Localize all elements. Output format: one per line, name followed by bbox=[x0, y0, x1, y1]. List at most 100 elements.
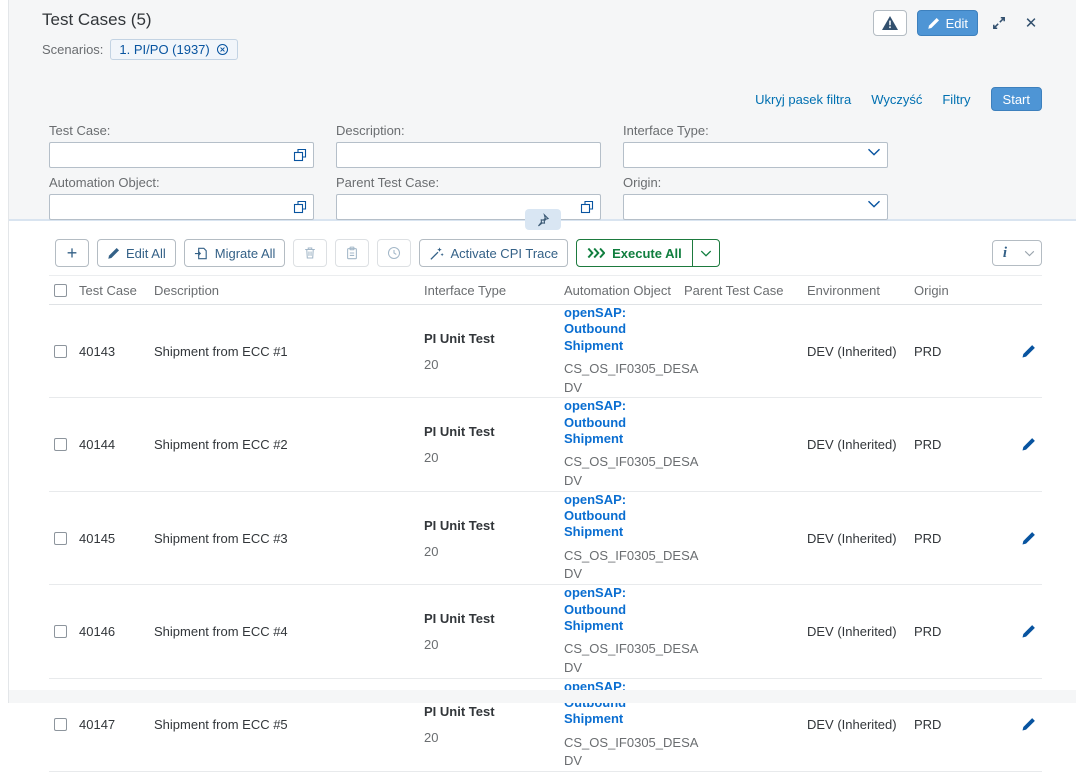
row-checkbox[interactable] bbox=[54, 625, 67, 638]
environment: DEV (Inherited) bbox=[807, 531, 914, 546]
edit-all-button[interactable]: Edit All bbox=[97, 239, 176, 267]
test-case-id: 40147 bbox=[79, 717, 154, 732]
migrate-all-button[interactable]: Migrate All bbox=[184, 239, 286, 267]
clock-icon bbox=[387, 246, 401, 260]
hide-filterbar-link[interactable]: Ukryj pasek filtra bbox=[755, 92, 851, 107]
scenario-token[interactable]: 1. PI/PO (1937) bbox=[110, 39, 237, 60]
trash-icon bbox=[303, 246, 317, 260]
interface-type: PI Unit Test bbox=[424, 611, 556, 626]
automation-object-link[interactable]: openSAP: Outbound Shipment bbox=[564, 492, 686, 541]
interface-type: PI Unit Test bbox=[424, 424, 556, 439]
row-checkbox[interactable] bbox=[54, 532, 67, 545]
close-button[interactable]: ✕ bbox=[1020, 10, 1042, 36]
row-checkbox[interactable] bbox=[54, 718, 67, 731]
scenarios-label: Scenarios: bbox=[42, 42, 103, 57]
filter-label-automation-object: Automation Object: bbox=[49, 175, 314, 190]
value-help-icon[interactable] bbox=[293, 200, 307, 214]
column-header-automation-object: Automation Object bbox=[564, 283, 684, 298]
filter-label-parent-test-case: Parent Test Case: bbox=[336, 175, 601, 190]
value-help-icon[interactable] bbox=[293, 148, 307, 162]
column-header-parent-test-case: Parent Test Case bbox=[684, 283, 807, 298]
interface-type: PI Unit Test bbox=[424, 331, 556, 346]
chevron-down-icon[interactable] bbox=[867, 148, 881, 156]
warning-messages-button[interactable] bbox=[873, 10, 907, 36]
select-all-checkbox[interactable] bbox=[54, 284, 67, 297]
row-checkbox[interactable] bbox=[54, 438, 67, 451]
interface-type-sub: 20 bbox=[424, 730, 556, 745]
test-case-id: 40143 bbox=[79, 344, 154, 359]
table-toolbar: + Edit All Migrate All bbox=[55, 239, 1042, 267]
delete-button bbox=[293, 239, 327, 267]
page-title: Test Cases (5) bbox=[42, 10, 152, 30]
interface-type-sub: 20 bbox=[424, 637, 556, 652]
automation-object-code: CS_OS_IF0305_DESADV bbox=[564, 453, 676, 491]
row-edit-button[interactable] bbox=[1021, 624, 1036, 639]
add-button[interactable]: + bbox=[55, 239, 89, 267]
value-help-icon[interactable] bbox=[580, 200, 594, 214]
header-and-filterbar: Test Cases (5) Edit bbox=[9, 0, 1076, 221]
interface-type-select[interactable] bbox=[623, 142, 888, 168]
filter-label-interface-type: Interface Type: bbox=[623, 123, 888, 138]
table-row: 40144 Shipment from ECC #2 PI Unit Test … bbox=[49, 398, 1042, 491]
automation-object-input[interactable] bbox=[49, 194, 314, 220]
row-checkbox[interactable] bbox=[54, 345, 67, 358]
origin: PRD bbox=[914, 717, 1004, 732]
info-dropdown-arrow[interactable] bbox=[1017, 241, 1041, 265]
test-case-input[interactable] bbox=[49, 142, 314, 168]
test-case-id: 40146 bbox=[79, 624, 154, 639]
test-case-id: 40144 bbox=[79, 437, 154, 452]
warning-triangle-icon bbox=[882, 16, 898, 30]
pencil-icon bbox=[927, 17, 940, 30]
automation-object-code: CS_OS_IF0305_DESADV bbox=[564, 547, 676, 585]
origin: PRD bbox=[914, 531, 1004, 546]
table-row: 40146 Shipment from ECC #4 PI Unit Test … bbox=[49, 585, 1042, 678]
clear-link[interactable]: Wyczyść bbox=[871, 92, 922, 107]
test-case-id: 40145 bbox=[79, 531, 154, 546]
test-cases-panel: Test Cases (5) Edit bbox=[8, 0, 1076, 703]
origin: PRD bbox=[914, 437, 1004, 452]
origin: PRD bbox=[914, 624, 1004, 639]
test-case-description: Shipment from ECC #3 bbox=[154, 531, 424, 546]
pencil-icon bbox=[107, 247, 120, 260]
pin-icon bbox=[536, 213, 550, 227]
token-remove-icon[interactable] bbox=[216, 43, 229, 56]
table-header-row: Test Case Description Interface Type Aut… bbox=[49, 275, 1042, 305]
automation-object-link[interactable]: openSAP: Outbound Shipment bbox=[564, 398, 686, 447]
pin-filterbar-button[interactable] bbox=[525, 209, 561, 230]
row-edit-button[interactable] bbox=[1021, 344, 1036, 359]
automation-object-code: CS_OS_IF0305_DESADV bbox=[564, 734, 676, 772]
column-header-test-case: Test Case bbox=[79, 283, 154, 298]
row-edit-button[interactable] bbox=[1021, 717, 1036, 732]
edit-button[interactable]: Edit bbox=[917, 10, 978, 36]
interface-type-sub: 20 bbox=[424, 357, 556, 372]
execute-all-button[interactable]: Execute All bbox=[577, 240, 692, 266]
origin-select[interactable] bbox=[623, 194, 888, 220]
row-edit-button[interactable] bbox=[1021, 437, 1036, 452]
migrate-document-icon bbox=[194, 246, 209, 261]
automation-object-link[interactable]: openSAP: Outbound Shipment bbox=[564, 679, 686, 728]
clipboard-icon bbox=[345, 246, 359, 260]
chevron-down-icon[interactable] bbox=[867, 200, 881, 208]
filters-link[interactable]: Filtry bbox=[942, 92, 970, 107]
history-button bbox=[377, 239, 411, 267]
test-case-description: Shipment from ECC #1 bbox=[154, 344, 424, 359]
environment: DEV (Inherited) bbox=[807, 717, 914, 732]
filter-label-description: Description: bbox=[336, 123, 601, 138]
page-bottom-strip bbox=[9, 690, 1076, 703]
start-button[interactable]: Start bbox=[991, 87, 1042, 111]
origin: PRD bbox=[914, 344, 1004, 359]
full-screen-button[interactable] bbox=[988, 10, 1010, 36]
automation-object-link[interactable]: openSAP: Outbound Shipment bbox=[564, 305, 686, 354]
expand-icon bbox=[991, 15, 1007, 31]
table-row: 40145 Shipment from ECC #3 PI Unit Test … bbox=[49, 492, 1042, 585]
interface-type: PI Unit Test bbox=[424, 704, 556, 719]
automation-object-link[interactable]: openSAP: Outbound Shipment bbox=[564, 585, 686, 634]
info-button[interactable]: i bbox=[993, 241, 1017, 265]
parent-test-case-input[interactable] bbox=[336, 194, 601, 220]
row-edit-button[interactable] bbox=[1021, 531, 1036, 546]
execute-all-dropdown-arrow[interactable] bbox=[692, 240, 719, 266]
description-input[interactable] bbox=[336, 142, 601, 168]
interface-type-sub: 20 bbox=[424, 450, 556, 465]
activate-cpi-trace-button[interactable]: Activate CPI Trace bbox=[419, 239, 568, 267]
execute-all-split-button: Execute All bbox=[576, 239, 720, 267]
